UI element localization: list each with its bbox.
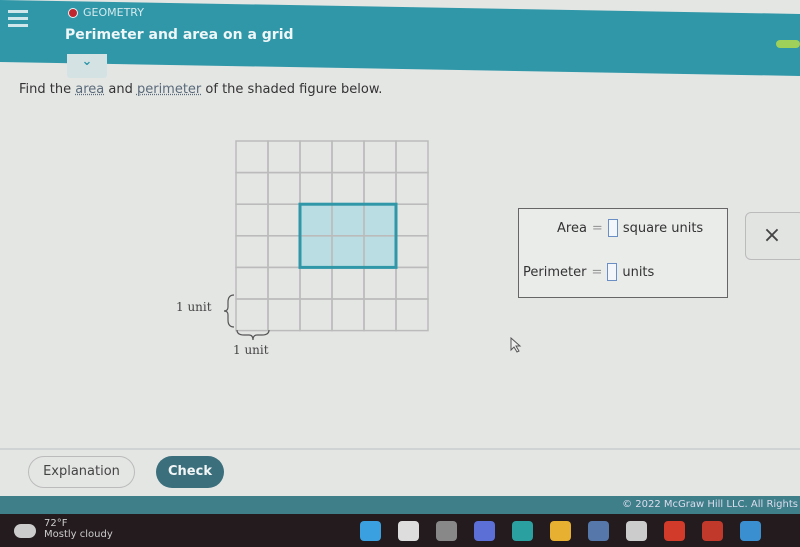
grid-cell bbox=[395, 266, 429, 300]
explanation-button[interactable]: Explanation bbox=[28, 456, 135, 488]
grid-cell bbox=[299, 140, 333, 174]
grid-cell bbox=[299, 298, 333, 332]
grid-cell bbox=[363, 140, 397, 174]
grid-cell bbox=[363, 266, 397, 300]
area-input[interactable] bbox=[607, 219, 618, 237]
grid-cell bbox=[235, 266, 269, 300]
perimeter-input[interactable] bbox=[607, 263, 618, 281]
divider bbox=[0, 448, 800, 450]
brace-vertical-icon bbox=[223, 294, 235, 328]
weather-text: Mostly cloudy bbox=[44, 529, 113, 540]
grid-cell bbox=[395, 235, 429, 269]
grid-cell bbox=[267, 140, 301, 174]
area-units: square units bbox=[622, 220, 704, 236]
grid-cell bbox=[395, 140, 429, 174]
grid-figure bbox=[235, 140, 429, 332]
horizontal-unit-label: 1 unit bbox=[233, 343, 269, 357]
taskbar: 72°F Mostly cloudy bbox=[0, 514, 800, 547]
progress-bar bbox=[776, 40, 800, 48]
brace-horizontal-icon bbox=[236, 329, 270, 341]
grid-cell bbox=[267, 203, 301, 237]
file-explorer-icon[interactable] bbox=[550, 521, 571, 541]
grid-cell bbox=[331, 140, 365, 174]
mail-icon[interactable] bbox=[740, 521, 761, 541]
edge-icon[interactable] bbox=[512, 521, 533, 541]
q-mid: and bbox=[104, 82, 137, 97]
grid-cell bbox=[267, 235, 301, 269]
grid-cell bbox=[395, 298, 429, 332]
vertical-unit-label: 1 unit bbox=[176, 300, 212, 314]
perimeter-units: units bbox=[622, 264, 655, 280]
close-button[interactable]: × bbox=[745, 212, 800, 260]
grid-cell bbox=[235, 140, 269, 174]
equals: = bbox=[591, 264, 603, 280]
page-title: Perimeter and area on a grid bbox=[65, 27, 294, 43]
grid-cell bbox=[395, 203, 429, 237]
q-prefix: Find the bbox=[19, 82, 76, 97]
grid-cell bbox=[299, 171, 333, 205]
office-icon[interactable] bbox=[702, 521, 723, 541]
answer-panel: Area = square units Perimeter = units bbox=[518, 208, 728, 298]
task-view-icon[interactable] bbox=[436, 521, 457, 541]
category: GEOMETRY bbox=[68, 6, 144, 19]
grid-cell bbox=[235, 235, 269, 269]
perimeter-label: Perimeter bbox=[523, 264, 587, 280]
q-suffix: of the shaded figure below. bbox=[201, 82, 383, 97]
perimeter-link[interactable]: perimeter bbox=[137, 82, 201, 97]
windows-start-icon[interactable] bbox=[360, 521, 381, 541]
microsoft-store-icon[interactable] bbox=[588, 521, 609, 541]
equals: = bbox=[591, 220, 603, 236]
grid-cell bbox=[267, 298, 301, 332]
cloud-icon bbox=[14, 524, 36, 538]
grid-cell bbox=[235, 171, 269, 205]
grid-cell bbox=[267, 266, 301, 300]
category-label: GEOMETRY bbox=[83, 6, 144, 19]
area-label: Area bbox=[557, 220, 587, 236]
grid-cell bbox=[331, 266, 365, 300]
temperature: 72°F bbox=[44, 518, 68, 529]
grid-cell bbox=[235, 298, 269, 332]
teams-chat-icon[interactable] bbox=[474, 521, 495, 541]
grid-cell bbox=[331, 298, 365, 332]
grid-cell bbox=[363, 298, 397, 332]
dell-app-icon[interactable] bbox=[626, 521, 647, 541]
grid-cell bbox=[235, 203, 269, 237]
area-link[interactable]: area bbox=[75, 82, 104, 97]
search-icon[interactable] bbox=[398, 521, 419, 541]
grid-cell bbox=[267, 171, 301, 205]
grid-cell bbox=[299, 266, 333, 300]
chevron-down-icon[interactable]: ⌄ bbox=[67, 54, 107, 78]
menu-icon[interactable] bbox=[8, 10, 28, 31]
weather-widget[interactable]: 72°F Mostly cloudy bbox=[14, 518, 113, 540]
question-text: Find the area and perimeter of the shade… bbox=[19, 82, 382, 97]
cursor-icon bbox=[510, 337, 522, 353]
grid-cell bbox=[363, 171, 397, 205]
check-button[interactable]: Check bbox=[156, 456, 224, 488]
youtube-music-icon[interactable] bbox=[664, 521, 685, 541]
status-dot-icon bbox=[68, 7, 78, 18]
grid-cell bbox=[395, 171, 429, 205]
copyright: © 2022 McGraw Hill LLC. All Rights bbox=[0, 496, 800, 514]
grid-cell bbox=[331, 171, 365, 205]
